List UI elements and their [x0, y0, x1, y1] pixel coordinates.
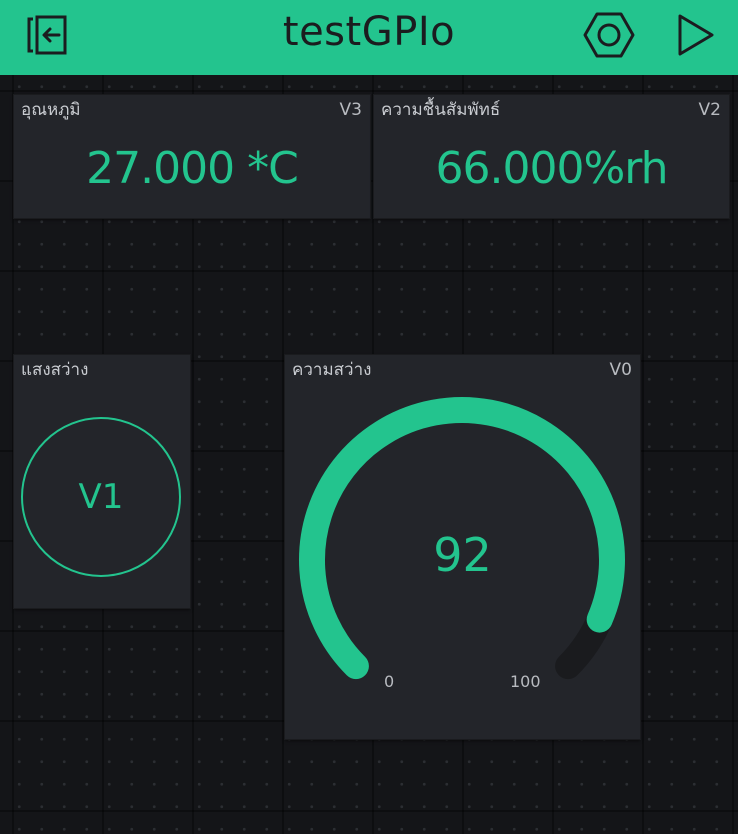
gauge-value: 92: [433, 528, 492, 582]
temperature-pin: V3: [339, 100, 362, 120]
light-gauge-widget[interactable]: ความสว่าง V0 92 0 100: [285, 355, 640, 739]
temperature-value: 27.000 *C: [86, 143, 299, 194]
humidity-display-widget[interactable]: ความชื้นสัมพัทธ์ V2 66.000%rh: [374, 95, 729, 218]
temperature-display-widget[interactable]: อุณหภูมิ V3 27.000 *C: [14, 95, 370, 218]
light-led-widget[interactable]: แสงสว่าง V1: [14, 355, 190, 608]
dashboard-canvas: testGPIo อุณหภูมิ V3 27.000 *C ความชื้นส…: [0, 0, 738, 834]
humidity-value: 66.000%rh: [435, 143, 669, 194]
light-led-label: แสงสว่าง: [21, 360, 89, 380]
hexagon-settings-icon[interactable]: [581, 10, 637, 60]
humidity-pin: V2: [698, 100, 721, 120]
gauge-min-label: 0: [384, 672, 395, 691]
project-header: testGPIo: [0, 0, 738, 75]
temperature-label: อุณหภูมิ: [21, 100, 81, 120]
led-pin-text: V1: [78, 477, 124, 517]
gauge-max-label: 100: [510, 672, 541, 691]
led-indicator[interactable]: V1: [21, 417, 181, 577]
humidity-label: ความชื้นสัมพัทธ์: [381, 100, 501, 120]
play-icon[interactable]: [666, 10, 722, 60]
